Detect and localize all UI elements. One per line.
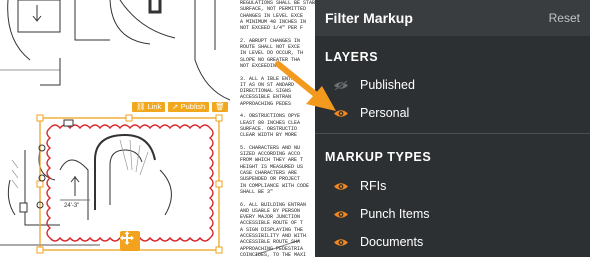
plan-arrow	[32, 5, 42, 22]
panel-title: Filter Markup	[325, 10, 413, 26]
reset-button[interactable]: Reset	[549, 11, 580, 25]
link-label: Link	[147, 102, 162, 111]
markup-types-heading: MARKUP TYPES	[325, 150, 432, 164]
eye-hidden-icon	[334, 79, 348, 91]
publish-icon: ➚	[172, 102, 179, 111]
note-line: COINCIDES, TO THE MAXI	[240, 251, 307, 257]
eye-icon	[334, 109, 348, 117]
eye-icon	[334, 210, 348, 218]
filter-markup-panel: Filter Markup Reset LAYERS Published Per…	[315, 0, 590, 257]
markup-type-label-punch-items: Punch Items	[360, 207, 430, 221]
drawing-canvas[interactable]: 24'-3" REGULATIONS SHALL BE STAB SURFACE,…	[0, 0, 315, 257]
delete-button[interactable]: 🗑	[212, 102, 228, 112]
markup-type-documents[interactable]: Documents	[333, 233, 423, 251]
layer-item-published[interactable]: Published	[333, 76, 415, 94]
markup-type-label-documents: Documents	[360, 235, 424, 249]
publish-button[interactable]: ➚ Publish	[168, 102, 210, 112]
layers-heading: LAYERS	[325, 50, 379, 64]
eye-icon	[334, 182, 348, 190]
move-icon	[120, 231, 134, 245]
panel-header: Filter Markup Reset	[315, 0, 590, 36]
move-handle[interactable]	[120, 231, 140, 251]
eye-icon	[334, 238, 348, 246]
dimension-label: 24'-3"	[64, 203, 79, 209]
markup-type-punch-items[interactable]: Punch Items	[333, 205, 429, 223]
link-button[interactable]: ⛓ Link	[132, 102, 166, 112]
note-line: SURFACE, NOT PERMITTED	[240, 6, 307, 13]
link-icon: ⛓	[136, 102, 146, 111]
publish-label: Publish	[180, 102, 206, 111]
trash-icon: 🗑	[215, 102, 225, 111]
layer-label-personal: Personal	[360, 106, 410, 120]
markup-type-label-rfis: RFIs	[360, 179, 387, 193]
note-line: IN COMPLIANCE WITH CODE	[240, 182, 310, 189]
layer-label-published: Published	[360, 78, 415, 92]
general-notes: REGULATIONS SHALL BE STAB SURFACE, NOT PE…	[240, 0, 315, 257]
plan-box	[17, 0, 61, 33]
note-line: 6. ALL BUILDING ENTRAN	[240, 201, 307, 208]
plan-arrow	[70, 176, 80, 196]
markup-type-rfis[interactable]: RFIs	[333, 177, 386, 195]
markup-toolbar: ⛓ Link ➚ Publish 🗑	[132, 102, 228, 112]
section-divider	[315, 133, 590, 134]
layer-item-personal[interactable]: Personal	[333, 104, 409, 122]
